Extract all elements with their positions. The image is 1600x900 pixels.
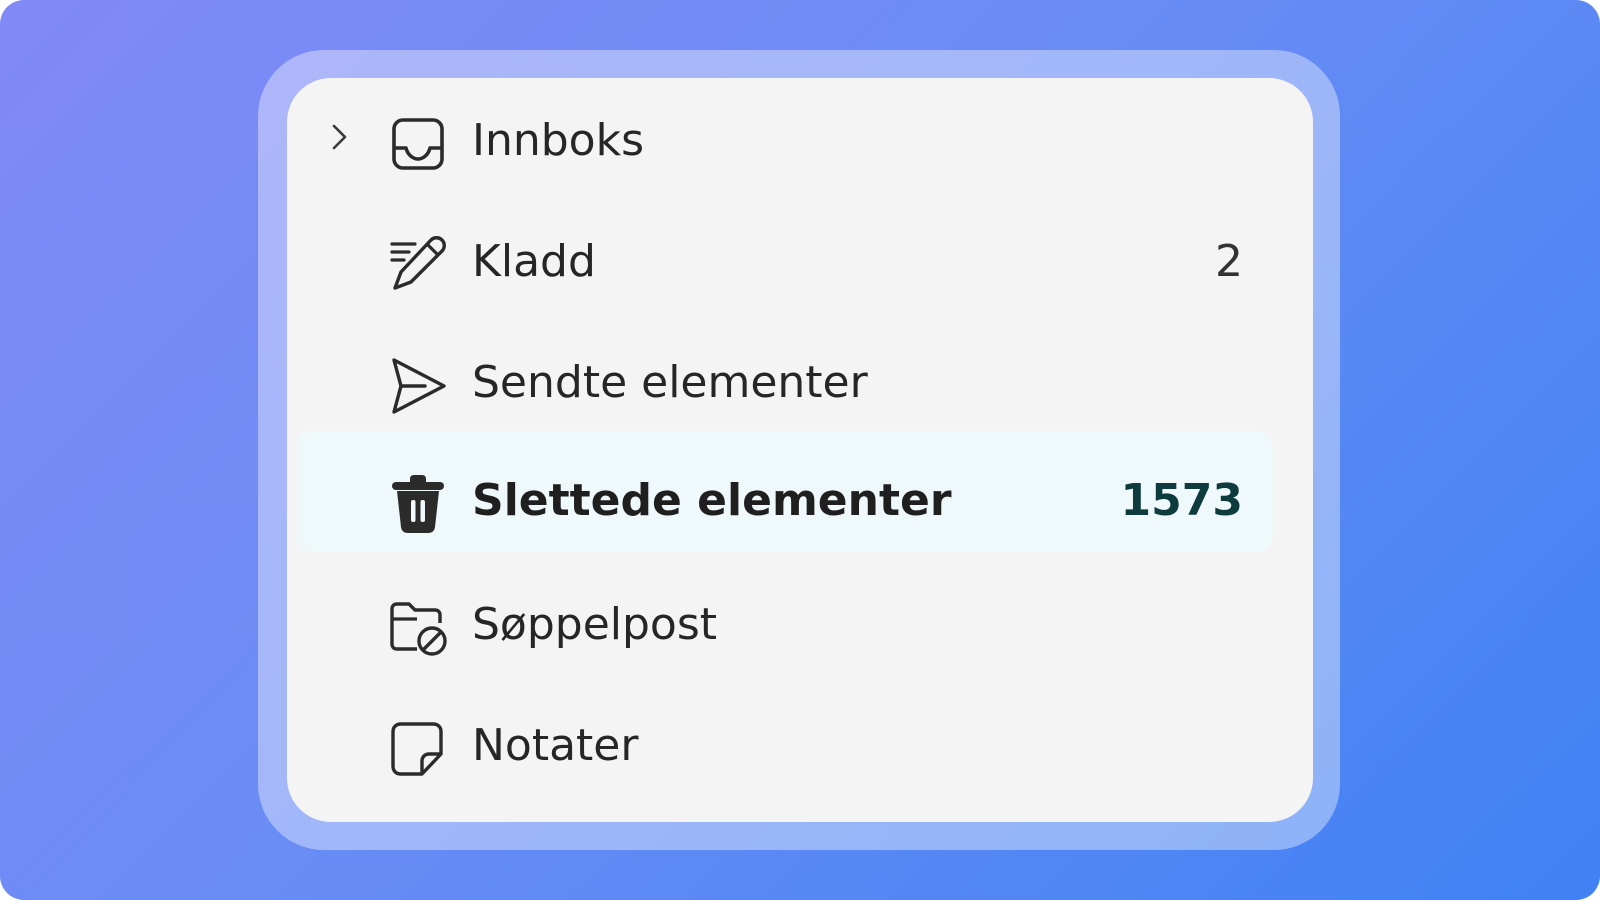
folder-count: 2 [1215,236,1243,287]
folder-label: Kladd [472,236,596,287]
background: Innboks Kladd 2 Sendte elementer Sletted… [0,0,1600,900]
folder-label: Søppelpost [472,599,718,650]
chevron-right-icon[interactable] [323,121,355,153]
trash-icon [387,473,449,535]
folder-item-innboks[interactable]: Innboks [297,83,1273,204]
folder-item-soppelpost[interactable]: Søppelpost [297,567,1273,688]
folder-label: Sendte elementer [472,357,868,408]
folder-label: Notater [472,720,639,771]
folder-list: Innboks Kladd 2 Sendte elementer Sletted… [287,78,1313,822]
folder-label: Innboks [472,115,645,166]
folder-item-sendte-elementer[interactable]: Sendte elementer [297,325,1273,446]
folder-item-notater[interactable]: Notater [297,688,1273,809]
folder-label: Slettede elementer [472,475,952,526]
draft-pencil-icon [387,234,449,296]
junk-folder-icon [387,597,449,659]
folder-item-slettede-elementer[interactable]: Slettede elementer 1573 [297,431,1273,552]
note-icon [387,718,449,780]
inbox-icon [387,113,449,175]
folder-item-kladd[interactable]: Kladd 2 [297,204,1273,325]
folder-count: 1573 [1120,475,1243,526]
send-icon [387,355,449,417]
